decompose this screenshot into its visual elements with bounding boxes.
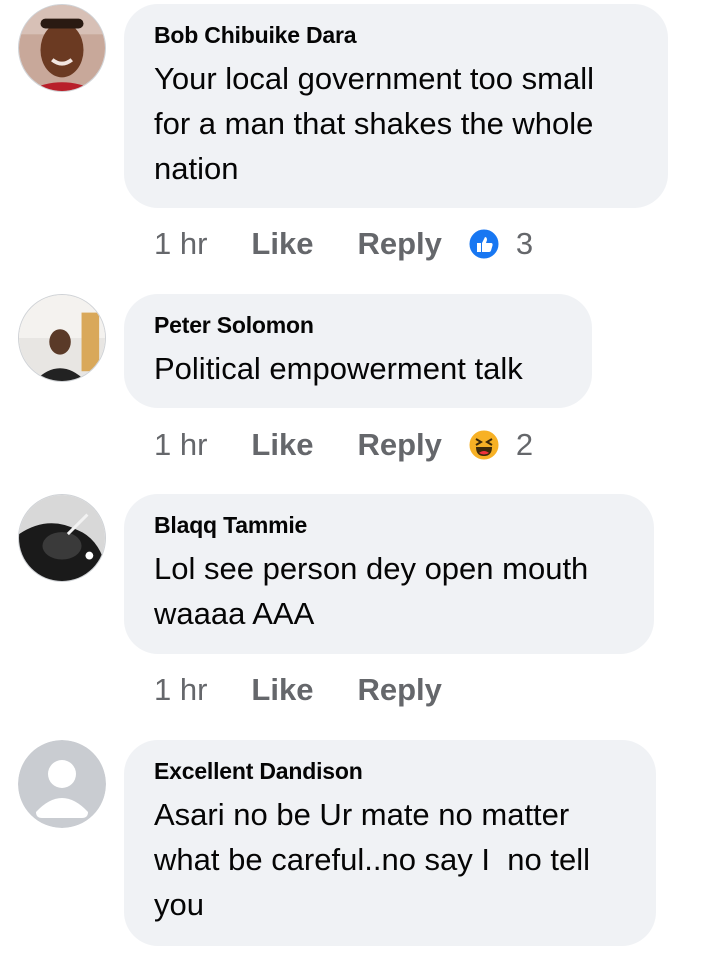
like-button[interactable]: Like [251,226,313,262]
comment-text: Political empowerment talk [154,351,523,386]
comment-text: Asari no be Ur mate no matter what be ca… [154,797,599,922]
reaction-count[interactable]: 2 [516,427,533,463]
comment-time[interactable]: 1 hr [154,672,207,708]
comment-author[interactable]: Blaqq Tammie [154,508,624,542]
avatar[interactable] [18,294,106,382]
default-avatar [18,740,106,828]
comment-actions: 1 hr Like Reply 3 [154,224,533,264]
comment-bubble: Bob Chibuike Dara Your local government … [124,4,668,208]
haha-reaction-icon[interactable] [468,429,500,461]
avatar[interactable] [18,494,106,582]
comment-text: Your local government too small for a ma… [154,61,594,186]
profile-photo-avatar [19,5,105,91]
profile-photo-avatar [19,495,105,581]
avatar[interactable] [18,740,106,828]
avatar[interactable] [18,4,106,92]
comment-actions: 1 hr Like Reply 2 [154,425,533,465]
comment-bubble: Blaqq Tammie Lol see person dey open mou… [124,494,654,654]
comment-author[interactable]: Bob Chibuike Dara [154,18,638,52]
comment-actions: 1 hr Like Reply [154,670,468,710]
reply-button[interactable]: Reply [357,427,441,463]
comment-author[interactable]: Peter Solomon [154,308,562,342]
reply-button[interactable]: Reply [357,672,441,708]
comment-text: Lol see person dey open mouth waaaa AAA [154,551,589,631]
like-button[interactable]: Like [251,672,313,708]
reply-button[interactable]: Reply [357,226,441,262]
comment-author[interactable]: Excellent Dandison [154,754,626,788]
reaction-count[interactable]: 3 [516,226,533,262]
profile-photo-avatar [19,295,105,381]
comment-time[interactable]: 1 hr [154,226,207,262]
comment-bubble: Peter Solomon Political empowerment talk [124,294,592,408]
like-button[interactable]: Like [251,427,313,463]
like-reaction-icon[interactable] [468,228,500,260]
comment-bubble: Excellent Dandison Asari no be Ur mate n… [124,740,656,946]
comment-time[interactable]: 1 hr [154,427,207,463]
